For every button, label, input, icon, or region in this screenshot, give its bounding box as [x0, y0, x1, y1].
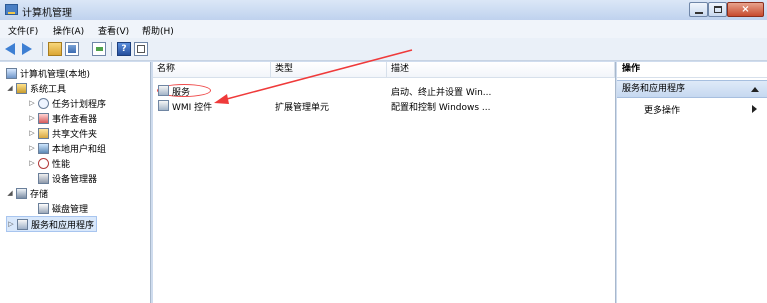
tree-item-performance[interactable]: ▷ 性能	[28, 156, 70, 170]
column-header-type[interactable]: 类型	[271, 62, 387, 78]
tree-item-local-users[interactable]: ▷ 本地用户和组	[28, 141, 106, 155]
menu-bar: 文件(F) 操作(A) 查看(V) 帮助(H)	[0, 20, 767, 39]
expand-toggle[interactable]: ◢	[6, 189, 14, 197]
console-tree: 计算机管理(本地) ◢ 系统工具 ▷ 任务计划程序 ▷ 事件查看器 ▷ 共享文件…	[0, 62, 151, 303]
expand-toggle[interactable]: ◢	[6, 84, 14, 92]
tree-item-label: 本地用户和组	[52, 144, 107, 155]
row-description: 配置和控制 Windows ...	[391, 103, 491, 113]
tree-item-task-scheduler[interactable]: ▷ 任务计划程序	[28, 96, 106, 110]
users-icon	[38, 142, 49, 154]
tree-item-shared-folders[interactable]: ▷ 共享文件夹	[28, 126, 97, 140]
actions-group-label: 服务和应用程序	[622, 84, 686, 94]
back-button[interactable]	[5, 42, 19, 56]
list-row-services[interactable]: 服务 启动、终止并设置 Win...	[153, 83, 615, 98]
menu-action[interactable]: 操作(A)	[53, 24, 84, 37]
expand-toggle[interactable]: ▷	[28, 129, 36, 137]
tree-item-label: 共享文件夹	[52, 129, 98, 140]
tree-item-label: 性能	[52, 159, 71, 170]
expand-toggle[interactable]: ▷	[28, 99, 36, 107]
expand-toggle[interactable]: ▷	[28, 144, 36, 152]
tree-item-storage[interactable]: ◢ 存储	[6, 186, 48, 200]
device-manager-icon	[38, 172, 49, 184]
list-row-wmi-control[interactable]: WMI 控件 扩展管理单元 配置和控制 Windows ...	[153, 98, 615, 113]
up-level-button[interactable]	[48, 42, 62, 56]
performance-icon	[38, 157, 49, 169]
services-icon	[158, 85, 169, 96]
tree-item-label: 服务和应用程序	[31, 220, 95, 231]
toolbar-separator	[42, 42, 43, 56]
tree-item-services-and-applications[interactable]: ▷ 服务和应用程序	[6, 216, 98, 232]
services-apps-icon	[17, 218, 28, 230]
tree-item-event-viewer[interactable]: ▷ 事件查看器	[28, 111, 97, 125]
show-hide-tree-button[interactable]	[65, 42, 79, 56]
title-bar: 计算机管理 ×	[0, 0, 767, 21]
collapse-arrow-icon[interactable]	[751, 87, 759, 92]
toolbar: ?	[0, 38, 767, 61]
tree-item-label: 任务计划程序	[52, 99, 107, 110]
row-type: 扩展管理单元	[275, 103, 330, 113]
menu-view[interactable]: 查看(V)	[98, 24, 129, 37]
shared-folder-icon	[38, 127, 49, 139]
menu-help[interactable]: 帮助(H)	[142, 24, 174, 37]
computer-management-icon	[5, 4, 18, 15]
back-arrow-icon	[5, 43, 15, 55]
actions-pane: 操作 服务和应用程序 更多操作	[617, 62, 767, 303]
disk-management-icon	[38, 202, 49, 214]
menu-file[interactable]: 文件(F)	[8, 24, 38, 37]
toolbar-separator	[111, 42, 112, 56]
window-title: 计算机管理	[22, 8, 72, 19]
tree-item-label: 设备管理器	[52, 174, 98, 185]
tree-item-system-tools[interactable]: ◢ 系统工具	[6, 81, 66, 95]
maximize-icon	[714, 6, 722, 13]
export-list-button[interactable]	[92, 42, 106, 56]
clock-icon	[38, 97, 49, 109]
tree-item-device-manager[interactable]: 设备管理器	[28, 171, 97, 185]
tree-item-label: 存储	[30, 189, 49, 200]
tree-item-label: 系统工具	[30, 84, 67, 95]
results-list: 名称 类型 描述 服务 启动、终止并设置 Win... WMI 控件 扩展管理单…	[153, 62, 616, 303]
event-viewer-icon	[38, 112, 49, 124]
forward-button[interactable]	[22, 42, 36, 56]
close-button[interactable]: ×	[727, 2, 764, 17]
actions-header: 操作	[617, 62, 767, 78]
tree-item-label: 磁盘管理	[52, 204, 89, 215]
computer-icon	[6, 67, 17, 79]
row-description: 启动、终止并设置 Win...	[391, 88, 492, 98]
column-header-name[interactable]: 名称	[153, 62, 271, 78]
maximize-button[interactable]	[708, 2, 727, 17]
wmi-control-icon	[158, 100, 169, 111]
tree-root[interactable]: 计算机管理(本地)	[6, 66, 90, 80]
row-name: 服务	[172, 88, 191, 98]
minimize-icon	[695, 12, 703, 14]
row-name: WMI 控件	[172, 103, 213, 113]
minimize-button[interactable]	[689, 2, 708, 17]
show-hide-action-pane-button[interactable]	[134, 42, 148, 56]
expand-toggle[interactable]: ▷	[28, 114, 36, 122]
actions-group-services-and-applications[interactable]: 服务和应用程序	[617, 80, 767, 98]
expand-toggle[interactable]: ▷	[28, 159, 36, 167]
tree-item-disk-management[interactable]: 磁盘管理	[28, 201, 88, 215]
close-icon: ×	[741, 4, 750, 15]
forward-arrow-icon	[22, 43, 32, 55]
expand-toggle[interactable]: ▷	[7, 220, 15, 228]
submenu-arrow-icon[interactable]	[752, 105, 757, 113]
more-actions-item[interactable]: 更多操作	[644, 103, 680, 116]
tools-icon	[16, 82, 27, 94]
tree-item-label: 事件查看器	[52, 114, 98, 125]
help-button[interactable]: ?	[117, 42, 131, 56]
column-header-description[interactable]: 描述	[387, 62, 615, 78]
tree-root-label: 计算机管理(本地)	[20, 69, 91, 80]
storage-icon	[16, 187, 27, 199]
